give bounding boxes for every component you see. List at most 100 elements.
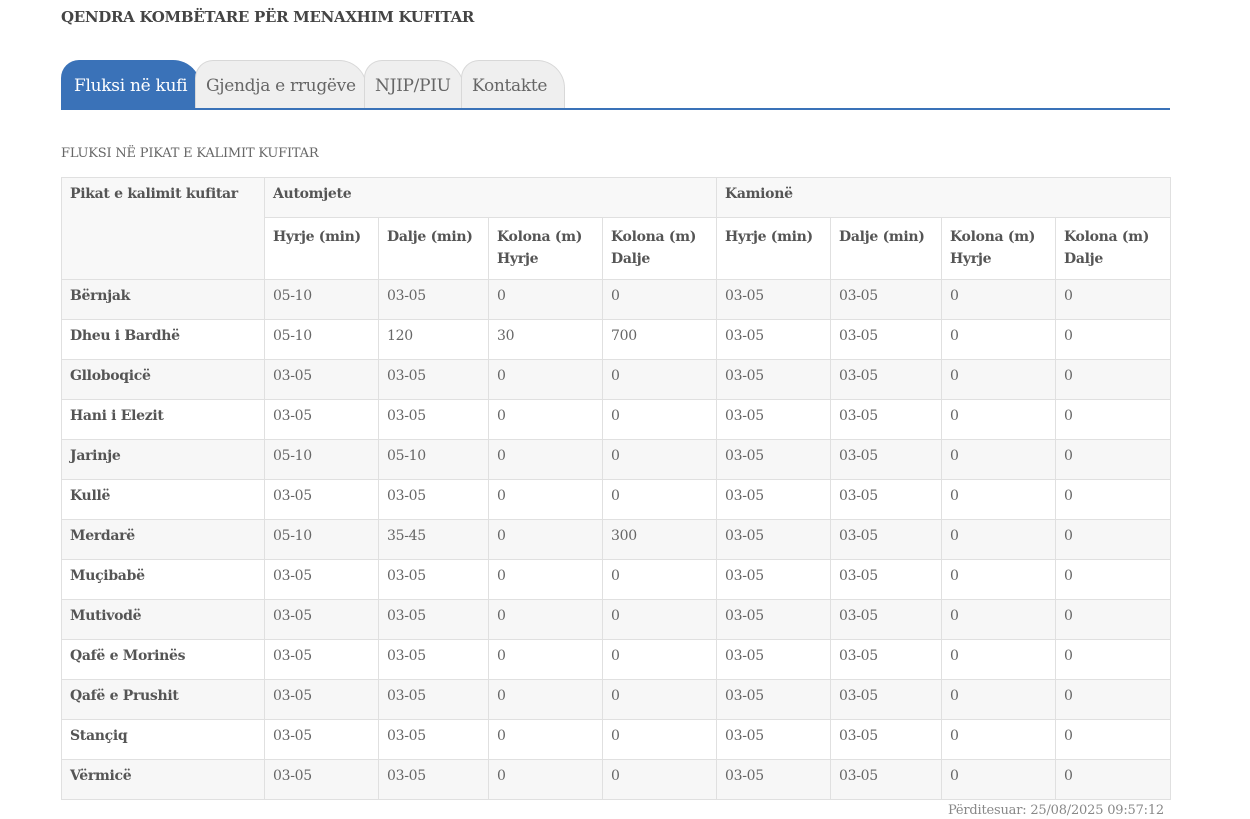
- column-header: Dalje (min): [378, 217, 489, 280]
- table-cell: 0: [1054, 719, 1172, 760]
- section-title: FLUKSI NË PIKAT E KALIMIT KUFITAR: [61, 146, 319, 161]
- table-cell: 03-05: [378, 559, 489, 600]
- table-cell: 0: [1054, 279, 1172, 320]
- border-point-name: Qafë e Morinës: [61, 639, 265, 680]
- table-cell: 03-05: [716, 759, 831, 800]
- border-point-name: Qafë e Prushit: [61, 679, 265, 720]
- border-point-name: Dheu i Bardhë: [61, 319, 265, 360]
- table-cell: 0: [941, 359, 1056, 400]
- border-point-name: Bërnjak: [61, 279, 265, 320]
- table-cell: 03-05: [830, 599, 942, 640]
- table-cell: 0: [941, 599, 1056, 640]
- table-cell: 0: [488, 719, 603, 760]
- table-cell: 0: [488, 759, 603, 800]
- table-cell: 0: [941, 319, 1056, 360]
- table-cell: 03-05: [378, 359, 489, 400]
- table-cell: 0: [941, 439, 1056, 480]
- table-row: Glloboqicë 03-05 03-05 0 0 03-05 03-05 0 0: [61, 359, 1172, 400]
- table-cell: 03-05: [830, 439, 942, 480]
- border-point-name: Merdarë: [61, 519, 265, 560]
- table-cell: 03-05: [830, 399, 942, 440]
- border-point-name: Mutivodë: [61, 599, 265, 640]
- table-cell: 03-05: [716, 599, 831, 640]
- table-row: Vërmicë 03-05 03-05 0 0 03-05 03-05 0 0: [61, 759, 1172, 800]
- table-cell: 0: [488, 479, 603, 520]
- border-point-name: Stançiq: [61, 719, 265, 760]
- table-cell: 03-05: [830, 479, 942, 520]
- table-cell: 03-05: [378, 679, 489, 720]
- table-cell: 03-05: [716, 719, 831, 760]
- table-cell: 0: [488, 519, 603, 560]
- table-cell: 30: [488, 319, 603, 360]
- table-cell: 0: [488, 359, 603, 400]
- table-cell: 0: [941, 679, 1056, 720]
- table-cell: 05-10: [264, 319, 379, 360]
- table-cell: 03-05: [264, 759, 379, 800]
- table-cell: 0: [1054, 679, 1172, 720]
- table-cell: 0: [602, 559, 717, 600]
- table-cell: 0: [1054, 319, 1172, 360]
- tab-kontakte[interactable]: Kontakte: [461, 60, 565, 108]
- table-cell: 0: [488, 679, 603, 720]
- table-cell: 0: [602, 479, 717, 520]
- table-cell: 0: [602, 639, 717, 680]
- table-cell: 0: [1054, 639, 1172, 680]
- table-cell: 0: [488, 639, 603, 680]
- table-cell: 03-05: [830, 319, 942, 360]
- column-header: Dalje (min): [830, 217, 942, 280]
- table-cell: 0: [602, 759, 717, 800]
- table-cell: 0: [602, 439, 717, 480]
- border-point-name: Kullë: [61, 479, 265, 520]
- table-cell: 05-10: [378, 439, 489, 480]
- group-header-vehicles: Automjete: [264, 177, 717, 218]
- tab-fluksi-ne-kufi[interactable]: Fluksi në kufi: [61, 60, 201, 108]
- table-cell: 03-05: [830, 759, 942, 800]
- table-cell: 0: [488, 599, 603, 640]
- table-cell: 03-05: [830, 719, 942, 760]
- table-cell: 0: [1054, 759, 1172, 800]
- table-cell: 03-05: [264, 599, 379, 640]
- table-cell: 0: [941, 559, 1056, 600]
- table-cell: 03-05: [264, 359, 379, 400]
- table-row: Jarinje 05-10 05-10 0 0 03-05 03-05 0 0: [61, 439, 1172, 480]
- table-cell: 0: [941, 279, 1056, 320]
- border-point-name: Vërmicë: [61, 759, 265, 800]
- table-row: Muçibabë 03-05 03-05 0 0 03-05 03-05 0 0: [61, 559, 1172, 600]
- table-cell: 03-05: [830, 519, 942, 560]
- table-cell: 0: [488, 439, 603, 480]
- table-cell: 03-05: [264, 679, 379, 720]
- table-cell: 03-05: [716, 399, 831, 440]
- table-cell: 300: [602, 519, 717, 560]
- table-cell: 0: [1054, 599, 1172, 640]
- border-point-name: Glloboqicë: [61, 359, 265, 400]
- table-cell: 0: [1054, 439, 1172, 480]
- table-cell: 0: [602, 399, 717, 440]
- table-row: Merdarë 05-10 35-45 0 300 03-05 03-05 0 0: [61, 519, 1172, 560]
- column-header-border-point: Pikat e kalimit kufitar: [61, 177, 265, 280]
- border-point-name: Jarinje: [61, 439, 265, 480]
- table-cell: 03-05: [716, 439, 831, 480]
- column-header: Hyrje (min): [264, 217, 379, 280]
- tab-njip-piu[interactable]: NJIP/PIU: [364, 60, 464, 108]
- table-cell: 0: [1054, 359, 1172, 400]
- column-header: Kolona (m) Hyrje: [488, 217, 603, 280]
- table-cell: 03-05: [830, 559, 942, 600]
- table-cell: 05-10: [264, 439, 379, 480]
- table-row: Qafë e Prushit 03-05 03-05 0 0 03-05 03-05 0 0: [61, 679, 1172, 720]
- table-cell: 0: [1054, 399, 1172, 440]
- table-cell: 0: [941, 759, 1056, 800]
- border-point-name: Hani i Elezit: [61, 399, 265, 440]
- column-header: Hyrje (min): [716, 217, 831, 280]
- table-cell: 03-05: [378, 719, 489, 760]
- table-row: Stançiq 03-05 03-05 0 0 03-05 03-05 0 0: [61, 719, 1172, 760]
- table-cell: 03-05: [716, 519, 831, 560]
- table-cell: 03-05: [378, 599, 489, 640]
- table-cell: 03-05: [378, 279, 489, 320]
- table-cell: 0: [488, 399, 603, 440]
- tab-gjendja-e-rrugeve[interactable]: Gjendja e rrugëve: [195, 60, 367, 108]
- table-cell: 0: [941, 399, 1056, 440]
- table-cell: 05-10: [264, 279, 379, 320]
- table-cell: 0: [941, 519, 1056, 560]
- table-cell: 03-05: [264, 639, 379, 680]
- table-row: Kullë 03-05 03-05 0 0 03-05 03-05 0 0: [61, 479, 1172, 520]
